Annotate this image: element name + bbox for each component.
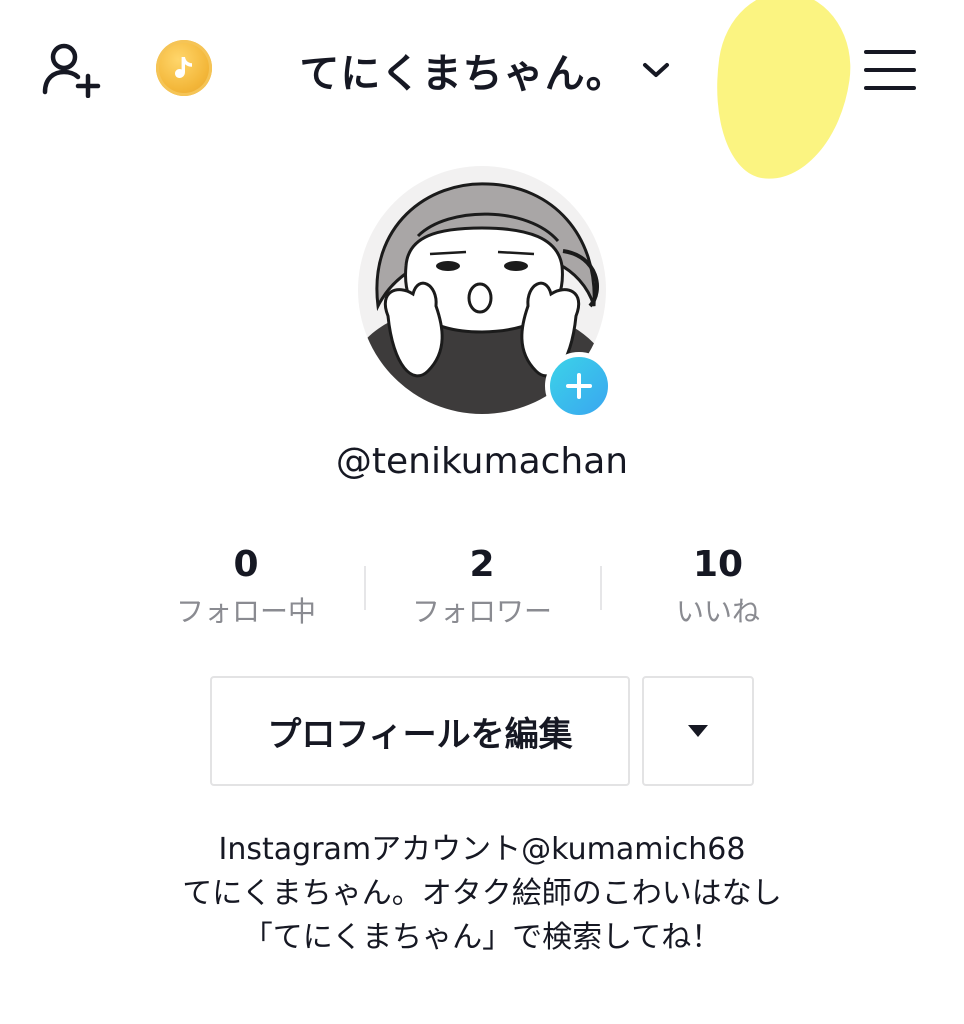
- bio: Instagramアカウント@kumamich68 てにくまちゃん。オタク絵師の…: [80, 828, 884, 960]
- yellow-scribble-mark: [703, 0, 861, 189]
- account-switcher[interactable]: てにくまちゃん。: [250, 38, 720, 102]
- followers-count: 2: [469, 544, 495, 585]
- followers-label: フォロワー: [411, 595, 552, 628]
- add-avatar-button[interactable]: [545, 352, 613, 420]
- stat-divider: [364, 566, 366, 610]
- menu-button[interactable]: [860, 44, 920, 96]
- stat-following[interactable]: 0 フォロー中: [146, 540, 346, 640]
- plus-icon: [566, 373, 592, 399]
- username: @tenikumachan: [335, 441, 629, 482]
- account-name: てにくまちゃん。: [299, 51, 627, 97]
- following-label: フォロー中: [175, 595, 316, 628]
- add-friend-icon: [42, 43, 101, 98]
- edit-profile-button[interactable]: プロフィールを編集: [210, 676, 630, 786]
- stat-divider: [600, 566, 602, 610]
- more-options-button[interactable]: [642, 676, 754, 786]
- stat-likes[interactable]: 10 いいね: [618, 540, 818, 640]
- tiktok-coin-icon: [175, 57, 192, 78]
- caret-down-icon: [688, 725, 708, 737]
- following-count: 0: [233, 544, 259, 585]
- bio-line: てにくまちゃん。オタク絵師のこわいはなし: [182, 876, 782, 911]
- chevron-down-icon: [642, 63, 669, 77]
- bio-line: Instagramアカウント@kumamich68: [218, 832, 746, 867]
- bio-line: 「てにくまちゃん」で検索してね！: [242, 920, 722, 955]
- likes-count: 10: [692, 544, 744, 585]
- hamburger-menu-icon: [864, 50, 916, 54]
- add-friend-button[interactable]: [36, 38, 106, 100]
- likes-label: いいね: [675, 595, 760, 628]
- coin-button[interactable]: [156, 40, 212, 96]
- stat-followers[interactable]: 2 フォロワー: [382, 540, 582, 640]
